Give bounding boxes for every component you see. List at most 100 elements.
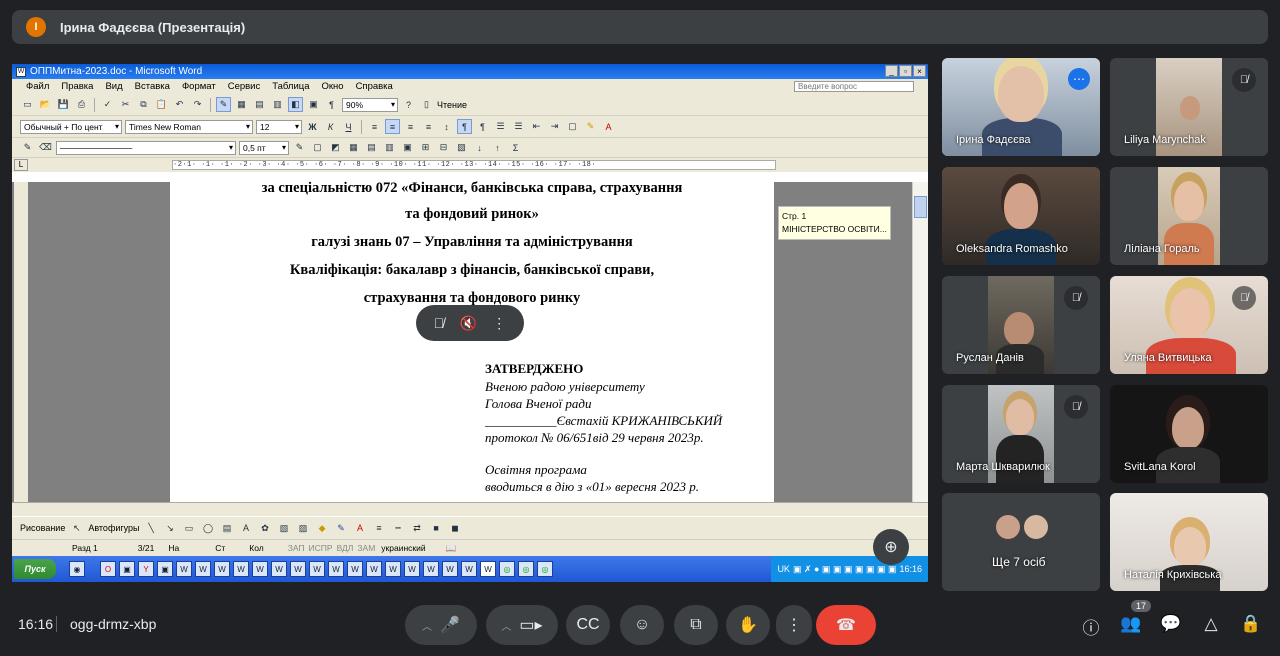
outdent-icon[interactable]: ⇤ <box>529 119 544 134</box>
shadow-icon[interactable]: ■ <box>429 521 444 536</box>
chrome-icon-3[interactable]: ◎ <box>537 561 553 577</box>
camera-button[interactable]: ︿ ▭▸ <box>486 605 558 645</box>
participant-tile-3[interactable]: Oleksandra Romashko <box>942 167 1100 265</box>
sort-asc-icon[interactable]: ↓ <box>472 140 487 155</box>
align-left-icon[interactable]: ≡ <box>367 119 382 134</box>
read-button[interactable]: Чтение <box>437 100 467 110</box>
font-color-icon[interactable]: A <box>601 119 616 134</box>
task-word-icon-7[interactable]: W <box>290 561 306 577</box>
clipart-tool-icon[interactable]: ▧ <box>277 521 292 536</box>
participant-tile-2[interactable]: 🎙̸ Liliya Marynchak <box>1110 58 1268 156</box>
participant-tile-1[interactable]: ⋯ Ірина Фадєєва <box>942 58 1100 156</box>
participant-tile-10[interactable]: Наталія Крихівська <box>1110 493 1268 591</box>
redo-icon[interactable]: ↷ <box>190 97 205 112</box>
captions-button[interactable]: CC <box>566 605 610 645</box>
task-word-icon-4[interactable]: W <box>233 561 249 577</box>
participant-tile-6[interactable]: 🎙̸ Уляна Витвицька <box>1110 276 1268 374</box>
vertical-scrollbar[interactable] <box>912 182 928 502</box>
tab-selector[interactable]: L <box>14 159 28 171</box>
task-word-icon-9[interactable]: W <box>328 561 344 577</box>
draw-table-icon[interactable]: ✎ <box>216 97 231 112</box>
more-options-icon[interactable]: ⋮ <box>492 315 506 332</box>
volume-off-icon[interactable]: 🔇 <box>460 315 477 332</box>
line-width-select[interactable]: 0,5 пт <box>239 140 289 155</box>
border-icon[interactable]: ▢ <box>565 119 580 134</box>
diagram-tool-icon[interactable]: ✿ <box>258 521 273 536</box>
distribute-rows-icon[interactable]: ⊞ <box>418 140 433 155</box>
show-marks-icon[interactable]: ¶ <box>324 97 339 112</box>
align-right-icon[interactable]: ≡ <box>403 119 418 134</box>
help-icon[interactable]: ? <box>401 97 416 112</box>
task-word-icon-3[interactable]: W <box>214 561 230 577</box>
align-center-icon[interactable]: ≡ <box>385 119 400 134</box>
justify-icon[interactable]: ≡ <box>421 119 436 134</box>
more-options-button[interactable]: ⋮ <box>776 605 812 645</box>
keyboard-language[interactable]: UK <box>777 564 790 574</box>
italic-icon[interactable]: К <box>323 119 338 134</box>
oval-tool-icon[interactable]: ◯ <box>201 521 216 536</box>
participant-tile-8[interactable]: SvitLana Korol <box>1110 385 1268 483</box>
line-spacing-icon[interactable]: ↕ <box>439 119 454 134</box>
task-word-icon-6[interactable]: W <box>271 561 287 577</box>
spellcheck-icon[interactable]: ✓ <box>100 97 115 112</box>
zoom-in-icon[interactable]: ⊕ <box>873 529 909 565</box>
line-style-select[interactable]: ──────────── <box>56 140 236 155</box>
split-icon[interactable]: ▥ <box>382 140 397 155</box>
task-word-icon-1[interactable]: W <box>176 561 192 577</box>
horizontal-scrollbar[interactable] <box>12 502 928 516</box>
participant-tile-7[interactable]: 🎙̸ Марта Шкварилюк <box>942 385 1100 483</box>
menu-window[interactable]: Окно <box>321 81 343 92</box>
textbox-tool-icon[interactable]: ▤ <box>220 521 235 536</box>
copy-icon[interactable]: ⧉ <box>136 97 151 112</box>
shading-icon[interactable]: ◩ <box>328 140 343 155</box>
print-icon[interactable]: ⎙ <box>74 97 89 112</box>
line-color-icon[interactable]: ✎ <box>334 521 349 536</box>
bold-icon[interactable]: Ж <box>305 119 320 134</box>
menu-tools[interactable]: Сервис <box>228 81 261 92</box>
select-objects-icon[interactable]: ↖ <box>69 521 84 536</box>
cut-icon[interactable]: ✂ <box>118 97 133 112</box>
task-app-icon-1[interactable]: ▣ <box>119 561 135 577</box>
drawing-icon[interactable]: ◧ <box>288 97 303 112</box>
opera-icon[interactable]: O <box>100 561 116 577</box>
border-color-icon[interactable]: ✎ <box>292 140 307 155</box>
chat-icon[interactable]: 💬 <box>1160 614 1182 634</box>
yandex-icon[interactable]: Y <box>138 561 154 577</box>
participant-tile-4[interactable]: Ліліана Гораль <box>1110 167 1268 265</box>
wordart-tool-icon[interactable]: A <box>239 521 254 536</box>
draw-font-color-icon[interactable]: A <box>353 521 368 536</box>
task-word-icon-5[interactable]: W <box>252 561 268 577</box>
task-app-icon-2[interactable]: ▣ <box>157 561 173 577</box>
more-participants-tile[interactable]: Ще 7 осіб <box>942 493 1100 591</box>
minimize-icon[interactable]: _ <box>885 65 898 77</box>
document-page[interactable]: за спеціальністю 072 «Фінанси, банківськ… <box>170 180 774 502</box>
font-select[interactable]: Times New Roman <box>125 119 253 134</box>
people-icon[interactable]: 👥 <box>1120 614 1142 634</box>
fill-color-icon[interactable]: ◆ <box>315 521 330 536</box>
task-word-icon-15[interactable]: W <box>442 561 458 577</box>
highlight-icon[interactable]: ✎ <box>583 119 598 134</box>
picture-tool-icon[interactable]: ▨ <box>296 521 311 536</box>
activities-icon[interactable]: △ <box>1200 614 1222 634</box>
present-button[interactable]: ⧉ <box>674 605 718 645</box>
start-button[interactable]: Пуск <box>14 559 56 579</box>
viber-icon[interactable]: ◉ <box>69 561 85 577</box>
participant-tile-5[interactable]: 🎙̸ Руслан Данів <box>942 276 1100 374</box>
chevron-up-icon[interactable]: ︿ <box>422 618 432 633</box>
close-icon[interactable]: × <box>913 65 926 77</box>
distribute-cols-icon[interactable]: ⊟ <box>436 140 451 155</box>
microphone-button[interactable]: ︿ 🎤 <box>405 605 477 645</box>
raise-hand-button[interactable]: ✋ <box>726 605 770 645</box>
underline-icon[interactable]: Ч <box>341 119 356 134</box>
rectangle-tool-icon[interactable]: ▭ <box>182 521 197 536</box>
task-word-icon-13[interactable]: W <box>404 561 420 577</box>
menu-view[interactable]: Вид <box>105 81 122 92</box>
dash-style-icon[interactable]: ┅ <box>391 521 406 536</box>
menu-format[interactable]: Формат <box>182 81 216 92</box>
zoom-select[interactable]: 90% <box>342 97 398 112</box>
numbering-icon[interactable]: ☰ <box>493 119 508 134</box>
read-icon[interactable]: ▯ <box>419 97 434 112</box>
arrow-style-icon[interactable]: ⇄ <box>410 521 425 536</box>
font-size-select[interactable]: 12 <box>256 119 302 134</box>
scroll-thumb[interactable] <box>914 196 927 218</box>
